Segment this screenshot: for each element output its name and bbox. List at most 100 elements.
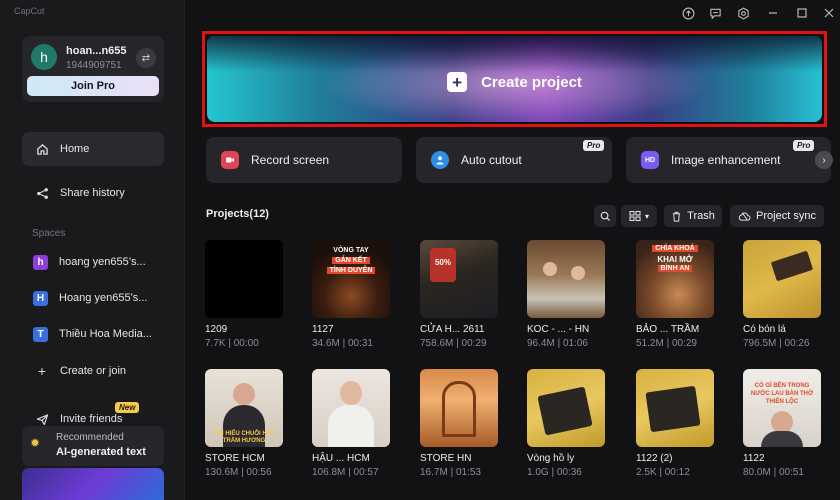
sidebar-item-label: Share history [60,187,125,199]
feedback-icon[interactable] [707,5,723,21]
thumb-caption: CÓ GÌ BÊN TRONG [754,383,810,389]
project-thumbnail[interactable]: TÌM HIỂU CHUỖI HẠT TRẦM HƯƠNG [205,369,283,447]
spaces-heading: Spaces [32,228,66,239]
project-thumbnail[interactable] [420,369,498,447]
space-item[interactable]: h hoang yen655’s... [22,249,164,275]
thumb-caption: TÌNH DUYÊN [326,267,376,274]
project-thumbnail[interactable]: CHÌA KHOÁ KHAI MỞ BÌNH AN [636,240,714,318]
close-icon[interactable] [821,5,837,21]
tool-label: Auto cutout [461,153,522,167]
project-thumbnail[interactable] [636,369,714,447]
project-meta: 16.7M | 01:53 [420,467,481,478]
thumb-caption: 50% [434,258,451,267]
thumb-caption: NƯỚC LAU BÀN THỜ [750,391,814,397]
thumb-caption: KHAI MỞ [657,255,693,264]
project-name: Có bón lá [743,324,786,335]
project-meta: 80.0M | 00:51 [743,467,804,478]
space-item[interactable]: H Hoang yen655’s... [22,285,164,311]
sidebar-item-home[interactable]: Home [22,132,164,166]
project-thumbnail[interactable] [527,240,605,318]
thumb-caption: GẮN KẾT [332,257,370,264]
tool-record-screen[interactable]: Record screen [206,137,402,183]
pro-badge: Pro [583,140,605,151]
project-meta: 96.4M | 01:06 [527,338,588,349]
project-thumbnail[interactable] [527,369,605,447]
thumb-caption: TÌM HIỂU CHUỖI HẠT [213,431,275,437]
project-meta: 130.6M | 00:56 [205,467,272,478]
pro-badge: Pro [793,140,815,151]
sidebar: CapCut h hoan...n655 1944909751 ⇄ Join P… [0,0,185,500]
hd-icon: HD [641,151,659,169]
project-sync-button[interactable]: Project sync [730,205,824,227]
sidebar-item-label: Home [60,143,90,155]
new-badge: New [115,402,140,413]
maximize-icon[interactable] [794,5,810,21]
plus-icon: + [37,363,47,379]
space-badge: h [33,254,48,270]
tool-label: Image enhancement [671,153,781,167]
recommendation-card[interactable]: ✹ Recommended AI-generated text [22,426,164,466]
project-thumbnail[interactable] [743,240,821,318]
project-name: 1122 [743,453,765,464]
space-badge: T [33,326,48,342]
project-thumbnail[interactable]: 50% [420,240,498,318]
create-project-button[interactable]: + Create project [207,36,822,122]
settings-icon[interactable] [735,5,751,21]
space-label: Hoang yen655’s... [59,292,148,304]
create-project-highlight: + Create project [202,31,827,127]
search-button[interactable] [594,205,616,227]
account-name: hoan...n655 [66,45,127,57]
project-name: 1209 [205,324,228,335]
send-icon [34,413,50,426]
lightbulb-icon: ✹ [30,436,41,450]
avatar[interactable]: h [31,44,57,70]
view-mode-button[interactable]: ▾ [621,205,657,227]
project-meta: 34.6M | 00:31 [312,338,373,349]
project-thumbnail[interactable]: VÒNG TAY GẮN KẾT TÌNH DUYÊN [312,240,390,318]
project-meta: 106.8M | 00:57 [312,467,379,478]
join-pro-button[interactable]: Join Pro [27,76,159,96]
sidebar-item-share-history[interactable]: Share history [22,176,164,210]
thumb-caption: VÒNG TAY [333,247,369,254]
thumb-caption: THIÊN LỘC [765,399,799,405]
chevron-down-icon: ▾ [644,211,649,221]
thumb-caption: TRẦM HƯƠNG [222,438,266,444]
project-thumbnail[interactable] [205,240,283,318]
project-name: CỬA H... 2611 [420,324,485,335]
projects-title: Projects(12) [206,208,269,220]
upload-icon[interactable] [680,5,696,21]
record-icon [221,151,239,169]
project-meta: 1.0G | 00:36 [527,467,582,478]
project-name: 1122 (2) [636,453,673,464]
create-project-label: Create project [481,73,582,91]
trash-button[interactable]: Trash [664,205,722,227]
project-sync-label: Project sync [756,210,816,222]
tool-label: Record screen [251,153,330,167]
recommend-feature: AI-generated text [56,446,146,458]
thumb-caption: BÌNH AN [657,265,693,272]
chevron-right-icon[interactable]: › [815,151,833,169]
thumb-caption: CHÌA KHOÁ [652,245,698,252]
create-or-join-button[interactable]: + Create or join [22,354,164,388]
project-meta: 796.5M | 00:26 [743,338,810,349]
project-name: HẬU ... HCM [312,453,370,464]
create-project-content: + Create project [207,72,822,92]
project-name: STORE HCM [205,453,265,464]
space-item[interactable]: T Thiều Hoa Media... [22,321,164,347]
project-meta: 7.7K | 00:00 [205,338,259,349]
invite-friends-label: Invite friends [60,413,123,425]
plus-icon: + [447,72,468,92]
project-thumbnail[interactable] [312,369,390,447]
trash-label: Trash [687,210,715,222]
space-label: hoang yen655’s... [59,256,146,268]
project-thumbnail[interactable]: CÓ GÌ BÊN TRONG NƯỚC LAU BÀN THỜ THIÊN L… [743,369,821,447]
promo-banner[interactable] [22,468,164,500]
space-label: Thiều Hoa Media... [59,328,152,340]
grid-view-icon [629,210,641,222]
create-or-join-label: Create or join [60,365,127,377]
account-card: h hoan...n655 1944909751 ⇄ Join Pro [22,36,164,102]
minimize-icon[interactable] [765,5,781,21]
switch-account-icon[interactable]: ⇄ [136,48,156,68]
project-name: KOC - ... - HN [527,324,590,335]
project-name: BẢO ... TRẦM [636,324,700,335]
